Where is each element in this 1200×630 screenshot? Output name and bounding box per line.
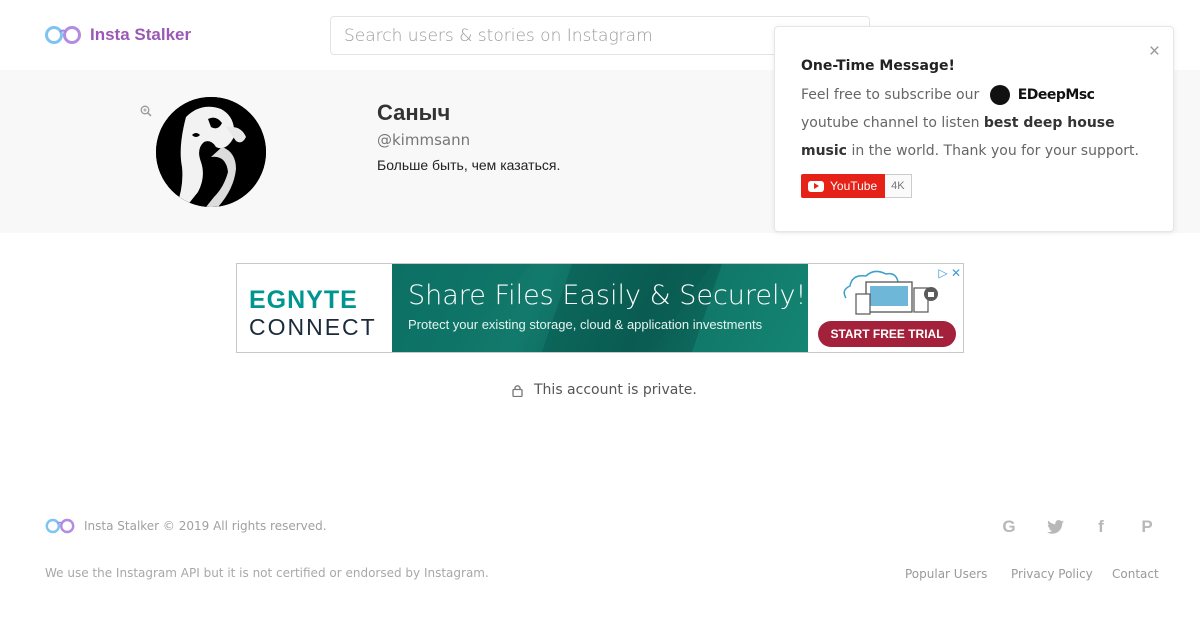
glasses-logo-icon	[45, 26, 81, 44]
footer-link-privacy-policy[interactable]: Privacy Policy	[1011, 567, 1093, 581]
facebook-icon[interactable]: f	[1091, 517, 1111, 537]
footer-copyright: Insta Stalker © 2019 All rights reserved…	[84, 519, 327, 533]
twitter-bird-icon	[1046, 520, 1064, 534]
site-logo[interactable]: Insta Stalker	[45, 25, 191, 45]
avatar[interactable]	[156, 97, 266, 207]
ad-subline: Protect your existing storage, cloud & a…	[408, 317, 763, 332]
twitter-icon[interactable]	[1045, 517, 1065, 537]
profile-bio: Больше быть, чем казаться.	[377, 157, 561, 173]
ad-cta-area: START FREE TRIAL ▷ ✕	[808, 264, 963, 352]
close-icon[interactable]: ×	[1149, 42, 1160, 61]
channel-link[interactable]: EDeepMsc	[989, 81, 1095, 109]
profile-name: Саныч	[377, 100, 451, 125]
youtube-subscribe-button[interactable]: YouTube	[801, 174, 886, 198]
footer-disclaimer: We use the Instagram API but it is not c…	[45, 566, 489, 580]
ad-logo: EGNYTE CONNECT	[237, 264, 392, 352]
one-time-message-popup: × One-Time Message! Feel free to subscri…	[774, 26, 1174, 232]
lock-icon	[512, 384, 523, 397]
channel-name: EDeepMsc	[1017, 87, 1095, 103]
avatar-image	[156, 97, 266, 207]
private-message: This account is private.	[534, 382, 697, 398]
footer-link-popular-users[interactable]: Popular Users	[905, 567, 987, 581]
start-free-trial-button[interactable]: START FREE TRIAL	[818, 321, 956, 347]
footer-logo-icon[interactable]	[45, 518, 75, 534]
profile-handle: @kimmsann	[377, 131, 471, 149]
popup-title: One-Time Message!	[801, 58, 955, 74]
channel-avatar-icon	[989, 85, 1010, 105]
pinterest-icon[interactable]: P	[1137, 517, 1157, 537]
popup-text: youtube channel to listen	[801, 115, 980, 131]
youtube-label: YouTube	[830, 179, 878, 193]
private-account-notice: This account is private.	[512, 382, 697, 398]
footer-link-contact[interactable]: Contact	[1112, 567, 1159, 581]
cloud-devices-icon	[843, 270, 938, 315]
popup-text: Feel free to subscribe our	[801, 87, 980, 103]
ad-choices-icon[interactable]: ▷ ✕	[938, 266, 961, 280]
popup-body: Feel free to subscribe our EDeepMsc yout…	[801, 81, 1151, 165]
youtube-play-icon	[808, 180, 824, 192]
ad-message: Share Files Easily & Securely! Protect y…	[392, 264, 808, 352]
ad-headline: Share Files Easily & Securely!	[408, 280, 807, 311]
ad-brand-line2: CONNECT	[249, 314, 377, 340]
youtube-subscribe: YouTube 4K	[801, 174, 912, 198]
brand-name: Insta Stalker	[90, 25, 192, 44]
zoom-icon[interactable]	[140, 105, 152, 117]
subscriber-count: 4K	[885, 174, 912, 198]
google-icon[interactable]: G	[999, 517, 1019, 537]
ad-brand-line1: EGNYTE	[249, 286, 358, 314]
popup-text: in the world. Thank you for your support…	[851, 143, 1139, 159]
ad-banner[interactable]: EGNYTE CONNECT Share Files Easily & Secu…	[236, 263, 964, 353]
